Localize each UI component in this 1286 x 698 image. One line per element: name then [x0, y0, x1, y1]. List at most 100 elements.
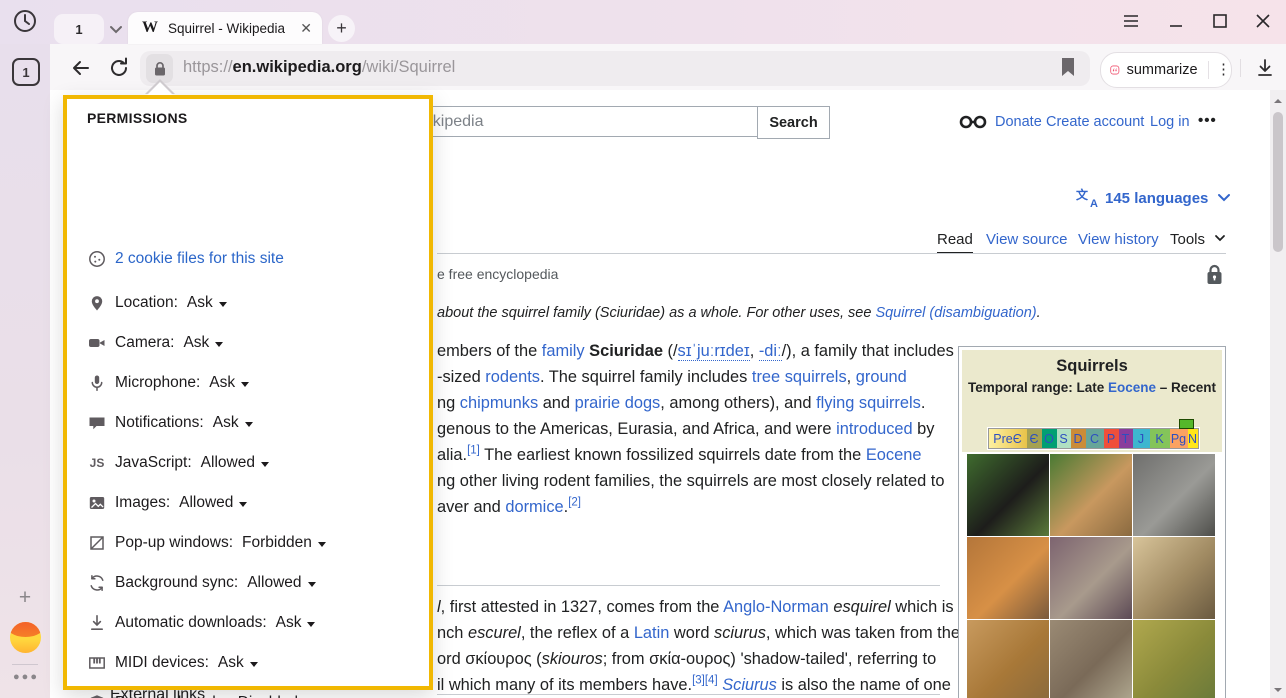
bookmark-icon[interactable]	[1060, 57, 1076, 78]
permission-value-dropdown[interactable]: Allowed	[247, 574, 315, 592]
tab-tools[interactable]: Tools	[1170, 231, 1227, 248]
reference-link[interactable]: [3][4]	[692, 675, 718, 687]
wiki-link[interactable]: flying squirrels	[816, 394, 921, 412]
cookie-row: 2 cookie files for this site	[87, 247, 417, 271]
permission-row: Camera:Ask	[87, 331, 417, 355]
ipa-link[interactable]: -diː	[759, 342, 782, 361]
text: (/	[663, 342, 678, 360]
wiki-link[interactable]: tree squirrels	[752, 368, 847, 386]
permission-row: Background sync:Allowed	[87, 571, 417, 595]
reference-link[interactable]: [2]	[568, 497, 581, 509]
permission-value-dropdown[interactable]: Allowed	[201, 454, 269, 472]
tab-read[interactable]: Read	[937, 231, 973, 254]
timescale-period-S[interactable]: S	[1057, 429, 1071, 448]
scroll-down-icon[interactable]	[1274, 686, 1282, 694]
sidebar-add-icon[interactable]: +	[13, 586, 37, 610]
create-account-link[interactable]: Create account	[1046, 114, 1144, 130]
cookie-files-link[interactable]: 2 cookie files for this site	[115, 250, 284, 268]
tab-group-counter[interactable]: 1	[54, 14, 104, 44]
close-window-icon[interactable]	[1252, 10, 1274, 32]
wiki-more-menu-icon[interactable]: •••	[1198, 112, 1217, 129]
maximize-icon[interactable]	[1209, 10, 1231, 32]
geologic-timescale-bar[interactable]: PreЄЄOSDCPTJKPgN	[988, 428, 1199, 449]
sidebar-more-icon[interactable]: ●●●	[12, 671, 40, 683]
timescale-period-O[interactable]: O	[1042, 429, 1057, 448]
new-tab-button[interactable]: +	[328, 15, 355, 42]
summarize-menu-icon[interactable]: ⋮	[1216, 65, 1231, 75]
wiki-link[interactable]: family	[542, 342, 585, 360]
timescale-period-K[interactable]: K	[1150, 429, 1170, 448]
timescale-period-PreЄ[interactable]: PreЄ	[989, 429, 1027, 448]
wiki-link[interactable]: chipmunks	[460, 394, 538, 412]
lock-icon	[153, 61, 167, 77]
wiki-link[interactable]: Eocene	[1108, 380, 1156, 395]
tab-view-history[interactable]: View history	[1078, 231, 1159, 248]
permission-value-dropdown[interactable]: Ask	[218, 654, 258, 672]
permission-row: Notifications:Ask	[87, 411, 417, 435]
timescale-period-J[interactable]: J	[1133, 429, 1150, 448]
taxobox-title: Squirrels	[962, 357, 1222, 376]
appearance-glasses-icon[interactable]	[959, 114, 987, 130]
permission-value-dropdown[interactable]: Ask	[209, 374, 249, 392]
history-clock-icon[interactable]	[12, 8, 38, 34]
menu-icon[interactable]	[1120, 10, 1142, 32]
permission-value-dropdown[interactable]: Allowed	[179, 494, 247, 512]
login-link[interactable]: Log in	[1150, 114, 1190, 130]
wiki-link[interactable]: dormice	[505, 498, 563, 516]
wiki-link[interactable]: Latin	[634, 624, 670, 642]
permission-label: Automatic downloads:	[115, 614, 267, 632]
timescale-period-N[interactable]: N	[1188, 429, 1198, 448]
permission-value-dropdown[interactable]: Disabled	[238, 694, 312, 698]
sidebar-tab-counter[interactable]: 1	[12, 58, 40, 86]
timescale-period-Є[interactable]: Є	[1027, 429, 1042, 448]
notifications-icon	[87, 413, 107, 433]
wiki-link[interactable]: prairie dogs	[575, 394, 661, 412]
url-text[interactable]: https://en.wikipedia.org/wiki/Squirrel	[183, 58, 455, 77]
summarize-button[interactable]: summarize ⋮	[1100, 52, 1232, 88]
scrollbar-thumb[interactable]	[1273, 112, 1283, 252]
wiki-link[interactable]: Sciurus	[722, 676, 777, 694]
text: ng	[437, 394, 460, 412]
wiki-link[interactable]: Eocene	[866, 446, 922, 464]
text: Sciuridae	[589, 342, 663, 360]
timescale-period-T[interactable]: T	[1119, 429, 1133, 448]
tab-close-icon[interactable]: ✕	[300, 20, 312, 37]
timescale-period-C[interactable]: C	[1086, 429, 1104, 448]
timescale-period-D[interactable]: D	[1071, 429, 1086, 448]
minimize-icon[interactable]	[1165, 10, 1187, 32]
timescale-period-Pg[interactable]: Pg	[1170, 429, 1188, 448]
back-icon[interactable]	[68, 55, 94, 81]
wiki-link[interactable]: Squirrel (disambiguation)	[875, 305, 1036, 321]
donate-link[interactable]: Donate	[995, 114, 1042, 130]
timescale-period-P[interactable]: P	[1104, 429, 1119, 448]
tab-list-chevron-icon[interactable]	[106, 20, 126, 38]
scroll-up-icon[interactable]	[1274, 97, 1282, 105]
wiki-link[interactable]: ground	[856, 368, 907, 386]
popup-icon	[87, 533, 107, 553]
permission-value-dropdown[interactable]: Ask	[183, 334, 223, 352]
languages-button[interactable]: 文A 145 languages	[1076, 188, 1233, 208]
dropdown-caret-icon	[250, 662, 258, 667]
permission-value-dropdown[interactable]: Ask	[276, 614, 316, 632]
ipa-link[interactable]: sɪˈjuːrɪdeɪ	[678, 342, 750, 361]
browser-tab[interactable]: W Squirrel - Wikipedia ✕	[128, 12, 322, 44]
text: esquirel	[833, 598, 890, 616]
permission-value-dropdown[interactable]: Forbidden	[242, 534, 326, 552]
wiki-search-button[interactable]: Search	[757, 106, 830, 139]
cookie-icon	[87, 249, 107, 269]
permission-value-dropdown[interactable]: Ask	[187, 294, 227, 312]
wiki-link[interactable]: rodents	[485, 368, 540, 386]
text: ,	[750, 342, 759, 360]
wiki-link[interactable]: introduced	[836, 420, 913, 438]
downloads-toolbar-icon[interactable]	[1254, 57, 1276, 79]
wiki-link[interactable]: Anglo-Norman	[723, 598, 829, 616]
reference-link[interactable]: [1]	[467, 445, 480, 457]
permission-value-dropdown[interactable]: Ask	[213, 414, 253, 432]
reload-icon[interactable]	[106, 55, 132, 81]
text: The earliest known fossilized squirrels …	[480, 446, 866, 464]
yandex-mail-icon[interactable]	[10, 622, 41, 653]
divider	[1240, 59, 1241, 77]
text: nch	[437, 624, 468, 642]
text: skiouros	[542, 650, 603, 668]
tab-view-source[interactable]: View source	[986, 231, 1067, 248]
